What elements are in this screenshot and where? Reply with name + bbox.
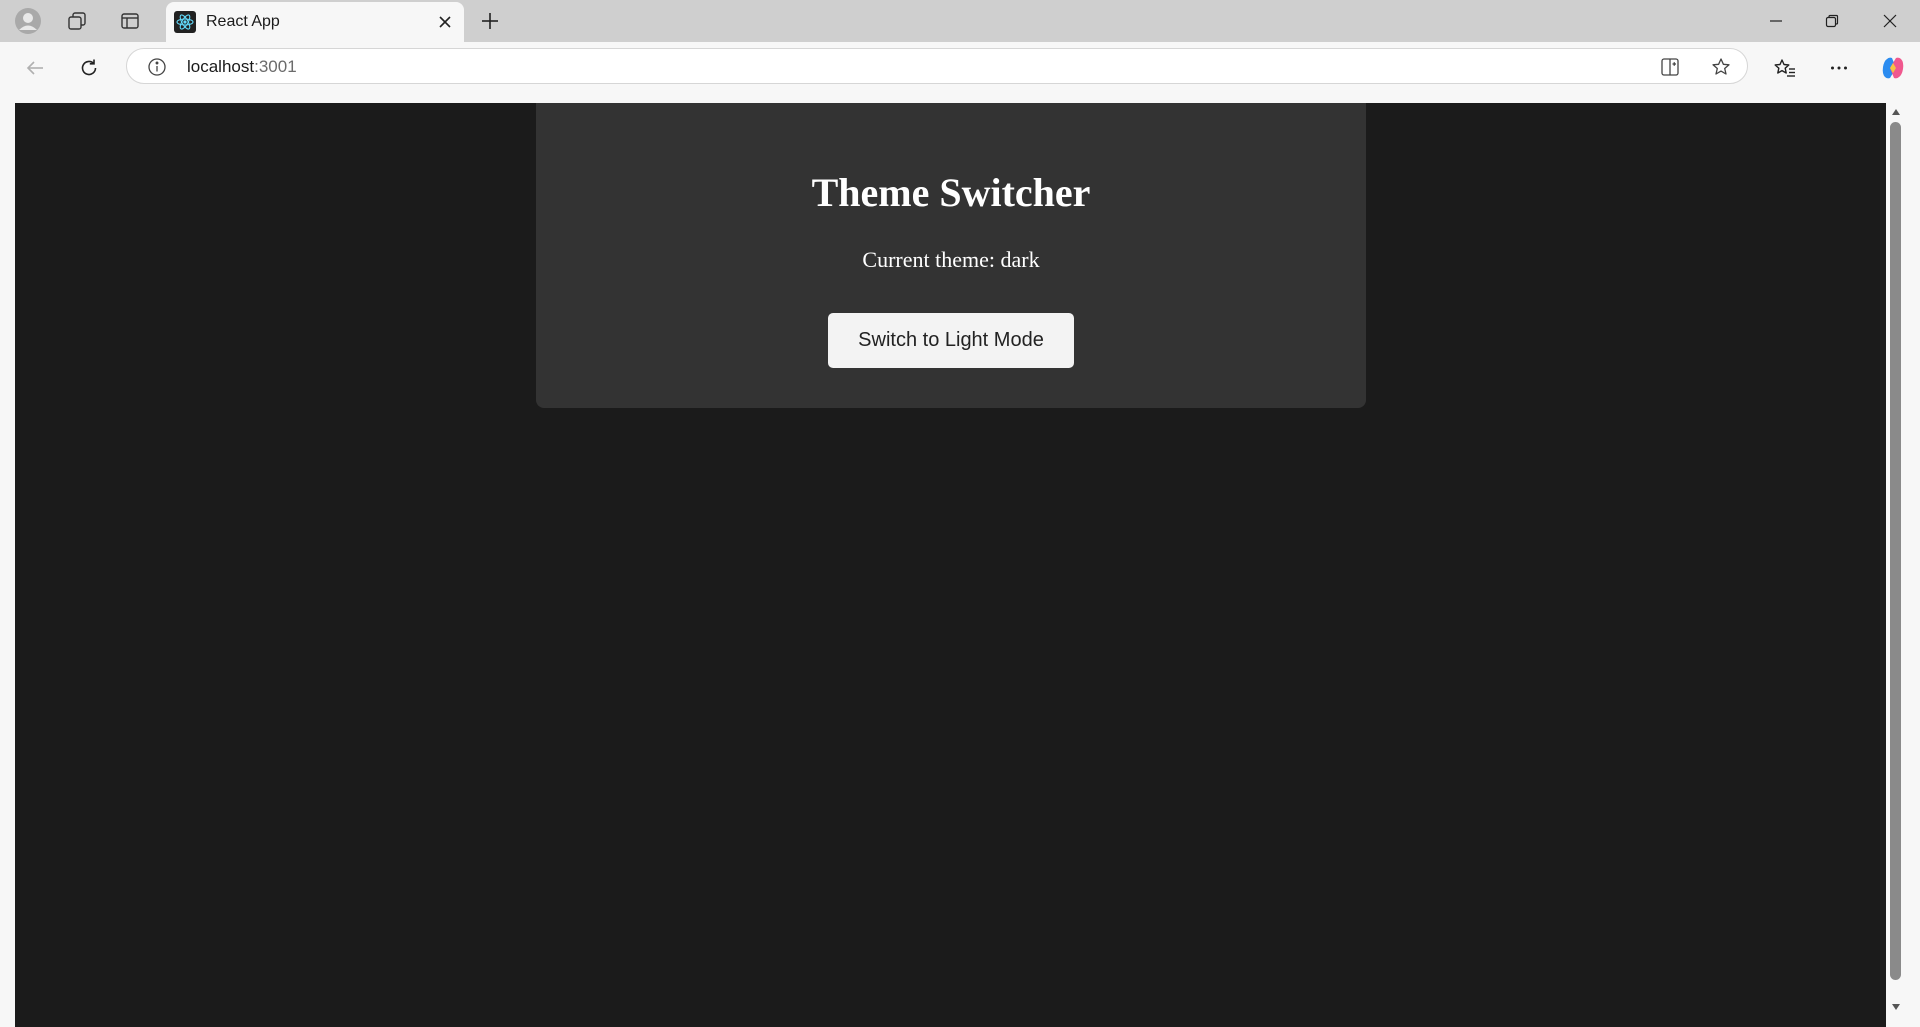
favorites-button[interactable] (1767, 50, 1803, 86)
copilot-icon (1882, 57, 1904, 79)
star-icon (1712, 58, 1730, 75)
page-viewport: Theme Switcher Current theme: dark Switc… (15, 103, 1886, 1027)
close-icon (439, 16, 451, 28)
split-screen-icon (1661, 58, 1679, 76)
restore-icon (1825, 14, 1839, 28)
vertical-scrollbar[interactable] (1886, 103, 1905, 1027)
url-text: localhost:3001 (187, 57, 297, 77)
close-window-button[interactable] (1862, 0, 1918, 42)
restore-button[interactable] (1804, 0, 1860, 42)
site-info-button[interactable] (147, 57, 167, 77)
back-arrow-icon (26, 61, 43, 75)
info-icon (148, 58, 166, 76)
caret-down-icon (1891, 1004, 1900, 1010)
profile-button[interactable] (10, 4, 46, 38)
favorite-button[interactable] (1708, 54, 1734, 80)
back-button[interactable] (17, 50, 53, 86)
caret-up-icon (1891, 109, 1900, 115)
vertical-tabs-icon (121, 13, 139, 29)
close-icon (1883, 14, 1897, 28)
new-tab-button[interactable] (472, 4, 508, 38)
workspaces-button[interactable] (59, 4, 95, 38)
split-screen-button[interactable] (1657, 54, 1683, 80)
url-port: :3001 (254, 57, 297, 76)
scroll-up-button[interactable] (1889, 106, 1902, 118)
address-bar[interactable]: localhost:3001 (126, 48, 1748, 84)
copilot-button[interactable] (1875, 50, 1911, 86)
tab-strip: React App (0, 0, 1920, 42)
favorites-icon (1774, 59, 1795, 77)
minimize-button[interactable] (1748, 0, 1804, 42)
workspaces-icon (68, 12, 86, 30)
switch-theme-button[interactable]: Switch to Light Mode (828, 313, 1074, 368)
react-logo-icon (174, 11, 196, 33)
active-tab[interactable]: React App (166, 2, 464, 42)
minimize-icon (1770, 20, 1782, 22)
scroll-down-button[interactable] (1889, 1001, 1902, 1013)
refresh-button[interactable] (71, 50, 107, 86)
refresh-icon (81, 59, 97, 76)
browser-toolbar: localhost:3001 (0, 42, 1920, 94)
window-frame-edge (1905, 103, 1920, 1027)
close-tab-button[interactable] (434, 11, 456, 33)
current-theme-text: Current theme: dark (862, 247, 1040, 272)
more-icon (1831, 66, 1847, 70)
tab-actions-button[interactable] (112, 4, 148, 38)
url-host: localhost (187, 57, 255, 76)
page-title: Theme Switcher (811, 170, 1091, 215)
tab-title: React App (206, 13, 280, 30)
theme-card: Theme Switcher Current theme: dark Switc… (536, 103, 1366, 408)
plus-icon (482, 13, 498, 29)
more-button[interactable] (1821, 50, 1857, 86)
scrollbar-thumb[interactable] (1890, 122, 1901, 980)
profile-icon (15, 8, 41, 34)
